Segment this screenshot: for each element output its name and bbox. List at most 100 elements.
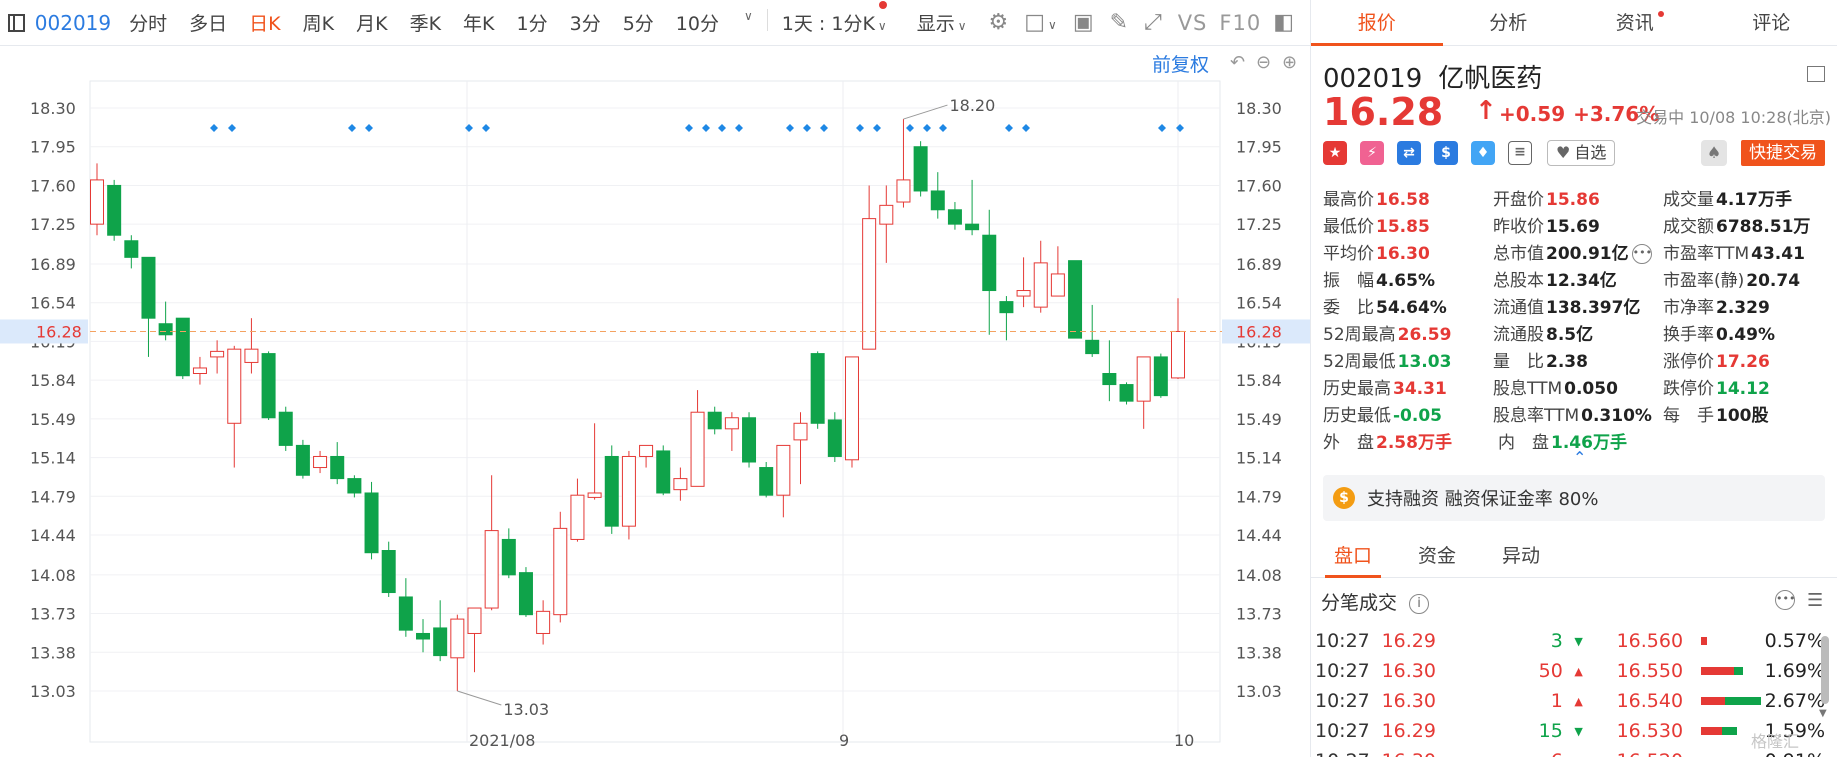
event-marker <box>228 124 236 132</box>
info-icon[interactable]: i <box>1409 593 1430 614</box>
y-tick-label-right: 18.30 <box>1236 99 1282 118</box>
undo-icon[interactable]: ↶ <box>1230 52 1245 73</box>
y-tick-label-right: 14.44 <box>1236 526 1282 545</box>
y-tick-label-left: 13.03 <box>30 682 76 701</box>
tab-alerts[interactable]: 异动 <box>1479 536 1563 577</box>
collapse-chevron-icon[interactable]: ⌃ <box>1573 448 1586 467</box>
period-tab-2[interactable]: 日K <box>249 9 280 36</box>
sell-ratio-fill <box>1722 727 1738 735</box>
tab-news[interactable]: 资讯 <box>1574 0 1706 45</box>
tab-analysis[interactable]: 分析 <box>1443 0 1575 45</box>
kline-chart[interactable]: 18.30 18.30 17.95 17.95 17.60 17.60 17.25 17.25… <box>0 46 1310 757</box>
period-tab-7[interactable]: 1分 <box>517 9 548 36</box>
y-tick-label-right: 14.08 <box>1236 566 1282 585</box>
stat-label: 总市值 <box>1493 244 1544 264</box>
stat-value: 12.34亿 <box>1546 271 1617 291</box>
candle-body <box>295 444 310 476</box>
range-select[interactable]: 1天 : 1分K ∨ <box>782 1 887 36</box>
list-icon[interactable]: ≡ <box>1508 141 1532 165</box>
level-percent: 0.57% <box>1764 630 1825 652</box>
lightning-icon[interactable]: ⚡ <box>1360 141 1384 165</box>
more-icon[interactable]: ••• <box>1631 244 1652 264</box>
pen-icon[interactable]: ✎ <box>1110 10 1128 35</box>
stat-label: 股息TTM <box>1493 379 1563 399</box>
panel-toggle-icon[interactable]: ◧ <box>1273 10 1294 35</box>
candle-body <box>278 411 293 446</box>
candle-body <box>227 348 242 424</box>
china-flag-icon[interactable]: ★ <box>1323 141 1347 165</box>
coin-icon: $ <box>1333 487 1355 509</box>
stat-value: 200.91亿 <box>1546 244 1629 264</box>
candle-body <box>141 256 156 319</box>
vs-button[interactable]: VS <box>1178 11 1208 35</box>
bell-icon[interactable]: ♠ <box>1701 140 1727 166</box>
stock-code-link[interactable]: 002019 <box>35 11 111 35</box>
period-tab-1[interactable]: 多日 <box>189 9 227 36</box>
candle-body <box>381 550 396 594</box>
period-tab-8[interactable]: 3分 <box>570 9 601 36</box>
tag-icon[interactable]: ♦ <box>1471 141 1495 165</box>
tab-funds[interactable]: 资金 <box>1395 536 1479 577</box>
zoom-in-icon[interactable]: ⊕ <box>1282 52 1297 73</box>
draw-box-icon[interactable]: □ ∨ <box>1024 10 1057 35</box>
stat-label: 股息率TTM <box>1493 406 1580 426</box>
add-watchlist-button[interactable]: ♥ 自选 <box>1547 140 1616 166</box>
camera-icon[interactable]: ▣ <box>1073 10 1094 35</box>
volume-ratio-bar <box>1701 667 1756 675</box>
y-tick-label-right: 17.60 <box>1236 176 1282 195</box>
period-tab-4[interactable]: 月K <box>356 9 387 36</box>
settings-icon[interactable]: ⚙ <box>989 10 1009 35</box>
period-tab-6[interactable]: 年K <box>463 9 494 36</box>
stat-value: -0.05 <box>1393 406 1442 426</box>
period-tab-3[interactable]: 周K <box>303 9 334 36</box>
sidebar-toggle-icon[interactable] <box>8 13 25 32</box>
more-options-icon[interactable]: ••• <box>1775 590 1795 610</box>
candle-body <box>1171 330 1185 379</box>
period-tab-9[interactable]: 5分 <box>623 9 654 36</box>
level-percent: 1.69% <box>1764 660 1825 682</box>
panel-tabs: 报价 分析 资讯 评论 <box>1311 0 1837 46</box>
stat-cell: 最低价 15.85 <box>1323 212 1493 237</box>
quick-trade-button[interactable]: 快捷交易 <box>1741 140 1825 166</box>
candle-body <box>90 179 104 225</box>
f10-button[interactable]: F10 <box>1219 11 1261 35</box>
dollar-icon[interactable]: $ <box>1434 141 1458 165</box>
buy-arrow-icon: ▲ <box>1574 694 1583 708</box>
list-view-icon[interactable]: ☰ <box>1807 590 1823 611</box>
y-tick-label-right: 16.54 <box>1236 294 1282 313</box>
shuffle-icon[interactable]: ⇄ <box>1397 141 1421 165</box>
sell-arrow-icon: ▼ <box>1574 724 1583 738</box>
scrollbar[interactable] <box>1821 636 1829 704</box>
feature-icons: ★ ⚡ ⇄ $ ♦ ≡ ♥ 自选 <box>1323 140 1616 166</box>
current-price-tag-right: 16.28 <box>1236 322 1282 341</box>
candle-body <box>1016 290 1031 297</box>
fullscreen-icon[interactable]: ⤢ <box>1144 10 1162 35</box>
period-tab-0[interactable]: 分时 <box>129 9 167 36</box>
up-arrow-icon: ↑ <box>1475 96 1497 126</box>
adjust-price-button[interactable]: 前复权 <box>1152 50 1209 77</box>
stat-cell: 市盈率TTM 43.41 <box>1663 239 1833 264</box>
trade-volume: 15 <box>1538 720 1563 742</box>
candle-body <box>364 492 379 554</box>
stats-row: 52周最高 26.59 流通股 8.5亿 换手率 0.49% <box>1323 319 1833 346</box>
tab-orderbook[interactable]: 盘口 <box>1311 536 1395 578</box>
stat-label: 每 手 <box>1663 406 1714 426</box>
level-price: 16.540 <box>1616 690 1684 712</box>
period-tab-5[interactable]: 季K <box>410 9 441 36</box>
scroll-down-icon[interactable]: ▼ <box>1819 708 1827 719</box>
event-marker <box>906 124 914 132</box>
more-periods-icon[interactable]: ∨ <box>744 9 753 36</box>
panel-menu-icon[interactable] <box>1807 66 1825 82</box>
tab-comments[interactable]: 评论 <box>1706 0 1837 45</box>
stat-cell: 股息TTM 0.050 <box>1493 374 1663 399</box>
stat-cell: 成交额 6788.51万 <box>1663 212 1833 237</box>
tab-quote[interactable]: 报价 <box>1311 0 1443 46</box>
display-menu[interactable]: 显示 ∨ <box>917 9 967 36</box>
y-tick-label-left: 15.14 <box>30 449 76 468</box>
zoom-out-icon[interactable]: ⊖ <box>1256 52 1271 73</box>
y-tick-label-left: 13.38 <box>30 643 76 662</box>
period-tab-10[interactable]: 10分 <box>676 9 719 36</box>
event-marker <box>820 124 828 132</box>
stat-value: 13.03 <box>1397 352 1452 372</box>
candle-body <box>604 455 619 527</box>
